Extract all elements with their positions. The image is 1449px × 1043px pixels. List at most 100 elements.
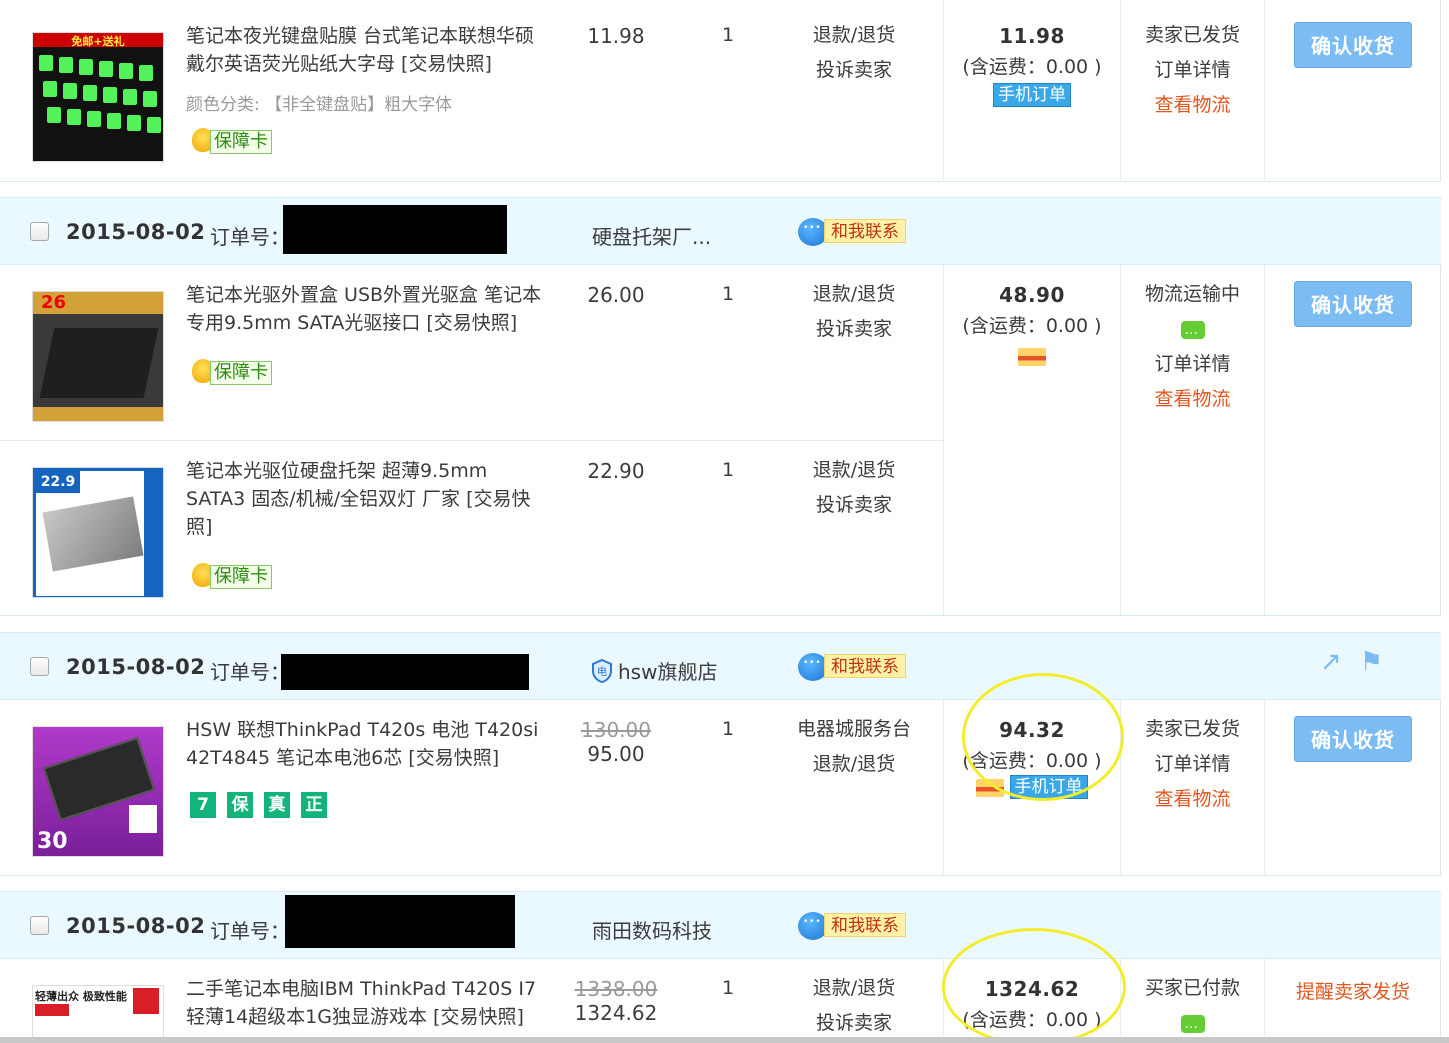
refund-link[interactable]: 退款/退货 [775,277,933,312]
order-date: 2015-08-02 [66,914,206,938]
mobile-order-badge: 手机订单 [1009,775,1088,799]
order-header-3: 2015-08-02 订单号： 雨田数码科技 和我联系 [0,891,1441,959]
redacted-order-number [285,895,515,948]
status-text: 物流运输中 [1144,283,1240,305]
product-title[interactable]: HSW 联想ThinkPad T420s 电池 T420si 42T4845 笔… [186,716,546,772]
order-action: 确认收货 [1265,22,1441,68]
unit-price: 11.98 [560,24,672,48]
sku-spec: 颜色分类: 【非全键盘贴】粗大字体 [186,95,453,115]
refund-link[interactable]: 退款/退货 [775,971,933,1006]
guarantee-card[interactable]: 保障卡 [192,359,272,385]
order-detail-link[interactable]: 订单详情 [1121,347,1264,382]
product-thumbnail[interactable]: 22.9 [32,467,164,598]
shop-name[interactable]: 电 hsw旗舰店 [592,656,717,685]
complain-link[interactable]: 投诉卖家 [775,1006,933,1041]
share-icon[interactable]: ↗ [1320,647,1360,677]
redacted-order-number [281,654,529,690]
item-ops: 电器城服务台 退款/退货 [775,712,933,782]
thumb-footer [33,407,163,421]
refund-link[interactable]: 退款/退货 [775,18,933,53]
thumb-caption: 22.9 [36,471,80,493]
order-detail-link[interactable]: 订单详情 [1121,53,1264,88]
confirm-receipt-button[interactable]: 确认收货 [1294,22,1412,68]
qr-code [129,805,157,833]
seven-day-return-badge[interactable]: 7 [190,792,216,818]
order-checkbox[interactable] [30,657,49,676]
item-ops: 退款/退货 投诉卖家 [775,453,933,523]
confirm-receipt-button[interactable]: 确认收货 [1294,716,1412,762]
thumb-caption: 免邮+送礼 [33,33,163,48]
product-thumbnail[interactable]: 轻薄出众 极致性能 [32,985,164,1043]
thumb-banner: 26 [33,292,163,314]
order-checkbox[interactable] [30,916,49,935]
original-price: 130.00 [581,718,651,742]
freight-note: (含运费：0.00 ) [962,1009,1102,1031]
thumb-brand-tag [133,988,159,1014]
item-ops: 退款/退货 投诉卖家 [775,18,933,88]
guarantee-label: 保障卡 [210,565,272,589]
refund-link[interactable]: 退款/退货 [775,453,933,488]
order-status: 卖家已发货 订单详情 查看物流 [1121,712,1264,817]
genuine-badge[interactable]: 真 [264,792,290,818]
order-total: 94.32 (含运费：0.00 ) 手机订单 [944,718,1120,799]
shop-name[interactable]: 硬盘托架厂... [592,221,711,250]
service-desk-link[interactable]: 电器城服务台 [775,712,933,747]
product-thumbnail[interactable]: 免邮+送礼 [32,32,164,162]
total-amount: 48.90 [999,283,1065,307]
bottom-scroll-edge [0,1037,1449,1043]
chat-icon[interactable] [1180,317,1205,352]
status-text: 卖家已发货 [1144,24,1240,46]
drive-enclosure-image [39,328,159,398]
flag-icon[interactable]: ⚑ [1360,647,1401,677]
order-detail-link[interactable]: 订单详情 [1121,747,1264,782]
order-number-label: 订单号： [210,225,290,249]
product-title[interactable]: 笔记本光驱位硬盘托架 超薄9.5mm SATA3 固态/机械/全铝双灯 厂家 [… [186,457,546,541]
order-body-3: 轻薄出众 极致性能 二手笔记本电脑IBM ThinkPad T420S I7 轻… [0,959,1441,1043]
freight-note: (含运费：0.00 ) [962,56,1102,78]
order-total: 11.98 (含运费：0.00 ) 手机订单 [944,24,1120,107]
shop-name[interactable]: 雨田数码科技 [592,915,712,944]
confirm-receipt-button[interactable]: 确认收货 [1294,281,1412,327]
guarantee-card[interactable]: 保障卡 [192,563,272,589]
product-title[interactable]: 二手笔记本电脑IBM ThinkPad T420S I7 轻薄14超级本1G独显… [186,975,546,1031]
order-number-label: 订单号： [210,660,290,684]
refund-link[interactable]: 退款/退货 [775,747,933,782]
guarantee-label: 保障卡 [210,361,272,385]
thumb-model-tag [35,1004,69,1016]
order-action: 确认收货 [1265,716,1441,762]
order-checkbox[interactable] [30,222,49,241]
order-total: 48.90 (含运费：0.00 ) [944,283,1120,370]
guarantee-badge[interactable]: 保 [227,792,253,818]
remind-seller-button[interactable]: 提醒卖家发货 [1296,981,1410,1003]
chat-icon[interactable] [1180,1011,1205,1043]
product-title[interactable]: 笔记本光驱外置盒 USB外置光驱盒 笔记本专用9.5mm SATA光驱接口 [交… [186,281,546,337]
quantity: 1 [721,977,735,999]
quantity: 1 [721,459,735,481]
view-logistics-link[interactable]: 查看物流 [1121,382,1264,417]
product-thumbnail[interactable]: 26 [32,291,164,422]
redacted-order-number [283,205,507,254]
credit-card-icon [976,778,1005,797]
shop-name-text: hsw旗舰店 [618,660,718,684]
original-price: 1338.00 [574,977,658,1001]
price-value: 11.98 [587,24,645,48]
order-body-0: 免邮+送礼 笔记本夜光键盘贴膜 台式笔记本联想华硕戴尔英语荧光贴纸大字母 [交易… [0,0,1441,182]
quantity: 1 [721,718,735,740]
unit-price: 1338.00 1324.62 [560,977,672,1025]
order-number-label: 订单号： [210,919,290,943]
order-total: 1324.62 (含运费：0.00 ) [944,977,1120,1032]
order-body-2: 30 HSW 联想ThinkPad T420s 电池 T420si 42T484… [0,700,1441,876]
authentic-badge[interactable]: 正 [301,792,327,818]
view-logistics-link[interactable]: 查看物流 [1121,782,1264,817]
product-thumbnail[interactable]: 30 [32,726,164,857]
view-logistics-link[interactable]: 查看物流 [1121,88,1264,123]
complain-link[interactable]: 投诉卖家 [775,53,933,88]
keyboard-sticker-image [33,55,163,161]
product-title[interactable]: 笔记本夜光键盘贴膜 台式笔记本联想华硕戴尔英语荧光贴纸大字母 [交易快照] [186,22,546,78]
complain-link[interactable]: 投诉卖家 [775,488,933,523]
guarantee-card[interactable]: 保障卡 [192,128,272,154]
complain-link[interactable]: 投诉卖家 [775,312,933,347]
contact-label: 和我联系 [824,219,906,243]
thumb-caption: 26 [41,292,67,313]
mobile-order-badge: 手机订单 [993,83,1071,107]
